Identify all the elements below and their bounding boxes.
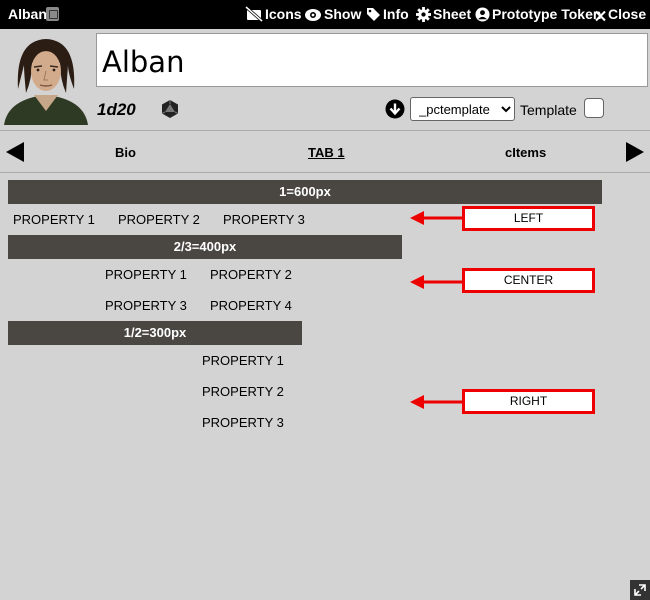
annotation-center: CENTER [462, 268, 595, 293]
header-button-label: Close [608, 6, 647, 22]
tab-prev-arrow[interactable] [6, 142, 24, 162]
header-button-sheet[interactable]: Sheet [416, 6, 471, 22]
resize-handle-icon[interactable] [630, 580, 650, 600]
section-header-half: 1/2=300px [8, 321, 302, 345]
icons-slash-icon [245, 5, 263, 23]
gear-icon [416, 7, 431, 22]
property-label: PROPERTY 1 [105, 267, 187, 282]
hit-die-label: 1d20 [97, 100, 136, 119]
d20-icon[interactable] [161, 99, 179, 119]
header-button-label: Prototype Token [492, 6, 602, 22]
header-button-prototype-token[interactable]: Prototype Token [475, 6, 601, 22]
property-label: PROPERTY 2 [118, 212, 200, 227]
tabs-divider [0, 172, 650, 173]
header-divider [0, 130, 650, 131]
close-icon [595, 10, 606, 22]
property-label: PROPERTY 3 [223, 212, 305, 227]
user-circle-icon [475, 7, 490, 22]
property-label: PROPERTY 3 [105, 298, 187, 313]
template-label: Template [520, 102, 577, 118]
header-button-label: Info [383, 6, 409, 22]
tag-icon [367, 8, 380, 21]
window-title: Alban [8, 6, 47, 22]
annotation-arrow-right [410, 395, 462, 409]
header-button-info[interactable]: Info [366, 6, 409, 22]
tab-1[interactable]: TAB 1 [308, 145, 345, 160]
section-header-full: 1=600px [8, 180, 602, 204]
character-portrait[interactable] [0, 33, 92, 125]
annotation-left: LEFT [462, 206, 595, 231]
eye-icon [305, 9, 321, 21]
header-button-show[interactable]: Show [304, 6, 361, 22]
header-button-label: Sheet [433, 6, 472, 22]
annotation-right: RIGHT [462, 389, 595, 414]
header-button-close[interactable]: Close [595, 6, 646, 22]
tab-next-arrow[interactable] [626, 142, 644, 162]
property-label: PROPERTY 2 [202, 384, 284, 399]
section-header-two-thirds: 2/3=400px [8, 235, 402, 259]
tab-bio[interactable]: Bio [115, 145, 136, 160]
window-titlebar[interactable]: Alban Icons Show Info Sheet Prototype To… [0, 0, 650, 29]
property-label: PROPERTY 1 [13, 212, 95, 227]
header-button-label: Show [324, 6, 362, 22]
arrow-circle-down-icon[interactable] [385, 99, 405, 119]
property-label: PROPERTY 3 [202, 415, 284, 430]
property-label: PROPERTY 2 [210, 267, 292, 282]
template-select[interactable]: _pctemplate [410, 97, 515, 121]
property-label: PROPERTY 4 [210, 298, 292, 313]
header-button-label: Icons [265, 6, 302, 22]
tab-citems[interactable]: cItems [505, 145, 546, 160]
template-checkbox[interactable] [584, 98, 604, 118]
annotation-arrow-left [410, 211, 462, 225]
journal-icon[interactable] [46, 7, 59, 21]
property-label: PROPERTY 1 [202, 353, 284, 368]
character-name-input[interactable] [96, 33, 648, 87]
annotation-arrow-center [410, 275, 462, 289]
header-button-icons[interactable]: Icons [245, 5, 302, 23]
